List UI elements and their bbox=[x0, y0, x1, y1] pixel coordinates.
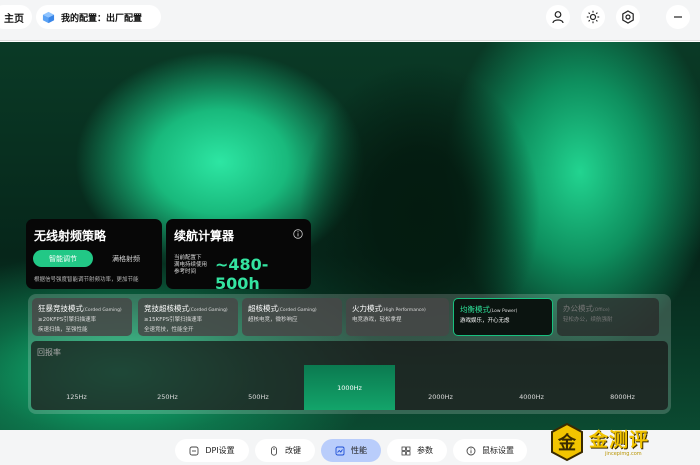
home-button[interactable]: 主页 bbox=[0, 5, 32, 29]
brightness-icon bbox=[586, 10, 600, 24]
mode-title: 竞技超核模式(Corded Gaming) bbox=[144, 303, 232, 314]
mode-description: 轻松办公，续航强耐 bbox=[563, 317, 613, 323]
params-icon bbox=[401, 446, 411, 455]
polling-rate-panel: 回报率 125Hz 250Hz 500Hz 1000Hz 2000Hz 4000Hz 800… bbox=[31, 341, 668, 410]
svg-text:金: 金 bbox=[557, 432, 577, 454]
mode-description: ≥20KFPS引擎扫描速率 bbox=[38, 317, 97, 323]
mode-description: 超核电竞，微秒响应 bbox=[248, 317, 298, 323]
full-power-button[interactable]: 满格射频 bbox=[98, 250, 154, 267]
rf-strategy-note: 根据信号强度智能调节射频功率，更加节能 bbox=[34, 277, 139, 283]
settings-hex-icon bbox=[622, 10, 634, 24]
mode-tag: (Low Power) bbox=[490, 309, 518, 314]
minimize-icon bbox=[674, 16, 682, 18]
mode-name: 狂暴竞技模式 bbox=[38, 304, 83, 313]
mode-tag: (Corded Gaming) bbox=[83, 308, 122, 313]
user-button[interactable] bbox=[546, 5, 570, 29]
polling-rate-option[interactable]: 4000Hz bbox=[486, 384, 577, 410]
tab-params[interactable]: 参数 bbox=[387, 439, 447, 462]
smart-adjust-button[interactable]: 智能调节 bbox=[33, 250, 93, 267]
mode-tag: (Office) bbox=[593, 308, 610, 313]
calculator-title: 续航计算器 bbox=[174, 229, 235, 243]
mode-tag: (Corded Gaming) bbox=[189, 308, 228, 313]
mode-title: 狂暴竞技模式(Corded Gaming) bbox=[38, 303, 126, 314]
polling-rate-title: 回报率 bbox=[37, 348, 61, 357]
tab-mouse-settings-label: 鼠标设置 bbox=[482, 446, 514, 455]
mode-card[interactable]: 办公模式(Office) 轻松办公，续航强耐 bbox=[557, 298, 659, 336]
mode-title: 超核模式(Corded Gaming) bbox=[248, 303, 336, 314]
mode-description: 疾速扫描，至强性能 bbox=[38, 327, 88, 333]
dpi-icon bbox=[189, 446, 199, 455]
calculator-subtext: 当前配置下 满电持续使用 参考时间 bbox=[174, 255, 208, 275]
profile-selector[interactable]: 我的配置：出厂配置 bbox=[36, 5, 161, 29]
tab-dpi-label: DPI设置 bbox=[205, 446, 235, 455]
tab-keymap-label: 改键 bbox=[285, 446, 301, 455]
mode-card[interactable]: 超核模式(Corded Gaming) 超核电竞，微秒响应 bbox=[242, 298, 342, 336]
mode-tag: (High Performance) bbox=[382, 308, 426, 313]
mouse-icon bbox=[271, 445, 277, 456]
mode-tag: (Corded Gaming) bbox=[278, 308, 317, 313]
mode-name: 均衡模式 bbox=[460, 305, 490, 314]
brightness-button[interactable] bbox=[581, 5, 605, 29]
mode-card[interactable]: 竞技超核模式(Corded Gaming) ≥15KFPS引擎扫描速率 全速竞技，性… bbox=[138, 298, 238, 336]
profile-label: 我的配置：出厂配置 bbox=[61, 13, 143, 24]
mode-title: 均衡模式(Low Power) bbox=[460, 304, 546, 315]
tab-keymap[interactable]: 改键 bbox=[255, 439, 315, 462]
mode-card[interactable]: 狂暴竞技模式(Corded Gaming) ≥20KFPS引擎扫描速率 疾速扫描，至… bbox=[32, 298, 132, 336]
info-circle-icon bbox=[466, 446, 476, 455]
minimize-button[interactable] bbox=[666, 5, 690, 29]
mode-card[interactable]: 火力模式(High Performance) 电竞游戏，轻松拿捏 bbox=[346, 298, 449, 336]
settings-button[interactable] bbox=[616, 5, 640, 29]
polling-rate-option[interactable]: 2000Hz bbox=[395, 384, 486, 410]
tab-performance-label: 性能 bbox=[351, 446, 367, 455]
watermark-text: 金测评 bbox=[589, 429, 650, 451]
mode-description: 游戏娱乐，开心无虑 bbox=[460, 318, 510, 324]
watermark: 金 金测评 jincepimg.com bbox=[549, 420, 689, 465]
mode-title: 火力模式(High Performance) bbox=[352, 303, 443, 314]
polling-rate-option[interactable]: 8000Hz bbox=[577, 384, 668, 410]
battery-calculator-card: 续航计算器 当前配置下 满电持续使用 参考时间 ~480-500h bbox=[166, 219, 311, 293]
mode-title: 办公模式(Office) bbox=[563, 303, 653, 314]
mode-description: ≥15KFPS引擎扫描速率 bbox=[144, 317, 203, 323]
tab-performance[interactable]: 性能 bbox=[321, 439, 381, 462]
info-icon[interactable] bbox=[293, 229, 303, 239]
polling-rate-option[interactable]: 125Hz bbox=[31, 384, 122, 410]
top-bar: 主页 我的配置：出厂配置 bbox=[0, 0, 700, 41]
rf-strategy-card: 无线射频策略 智能调节 满格射频 根据信号强度智能调节射频功率，更加节能 bbox=[26, 219, 162, 289]
mode-description: 全速竞技，性能全开 bbox=[144, 327, 194, 333]
performance-icon bbox=[335, 446, 345, 455]
mode-name: 超核模式 bbox=[248, 304, 278, 313]
rf-strategy-title: 无线射频策略 bbox=[34, 229, 107, 243]
polling-rate-option[interactable]: 1000Hz bbox=[304, 365, 395, 410]
watermark-logo-icon: 金 bbox=[551, 422, 583, 462]
mode-name: 火力模式 bbox=[352, 304, 382, 313]
home-label: 主页 bbox=[4, 13, 24, 25]
mode-name: 竞技超核模式 bbox=[144, 304, 189, 313]
user-icon bbox=[552, 11, 564, 24]
tab-params-label: 参数 bbox=[417, 446, 433, 455]
tab-dpi[interactable]: DPI设置 bbox=[175, 439, 249, 462]
tab-mouse-settings[interactable]: 鼠标设置 bbox=[453, 439, 527, 462]
watermark-url: jincepimg.com bbox=[605, 451, 642, 457]
polling-rate-option[interactable]: 250Hz bbox=[122, 384, 213, 410]
mode-card[interactable]: 均衡模式(Low Power) 游戏娱乐，开心无虑 bbox=[453, 298, 553, 336]
polling-rate-option[interactable]: 500Hz bbox=[213, 384, 304, 410]
cube-icon bbox=[42, 11, 55, 23]
mode-name: 办公模式 bbox=[563, 304, 593, 313]
mode-description: 电竞游戏，轻松拿捏 bbox=[352, 317, 402, 323]
battery-estimate: ~480-500h bbox=[215, 255, 269, 293]
performance-panel: 狂暴竞技模式(Corded Gaming) ≥20KFPS引擎扫描速率 疾速扫描，至… bbox=[28, 294, 671, 414]
